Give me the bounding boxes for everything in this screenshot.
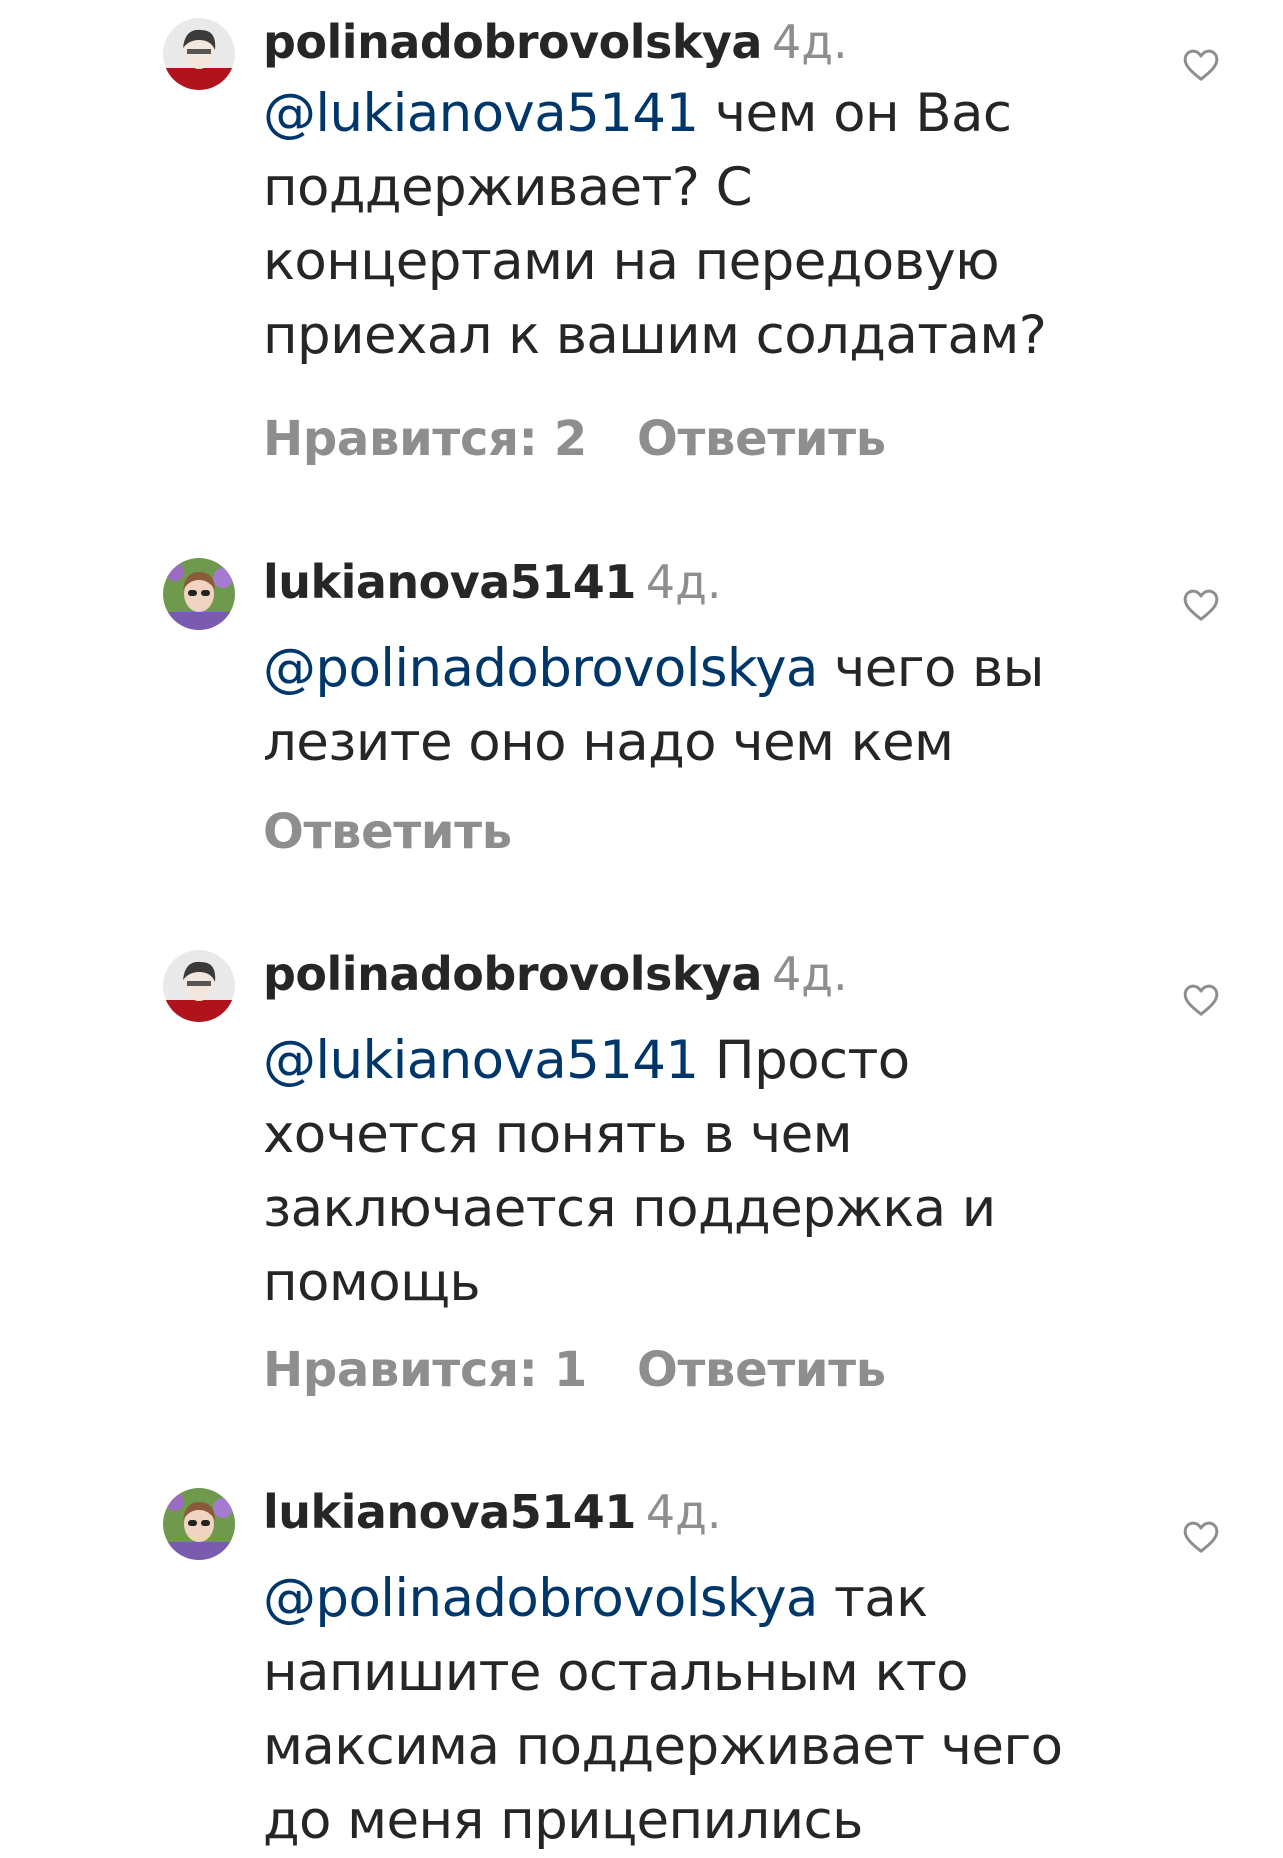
username[interactable]: lukianova5141 xyxy=(263,1485,636,1539)
heart-outline-icon[interactable] xyxy=(1181,980,1221,1020)
mention-link[interactable]: @polinadobrovolskya xyxy=(263,1568,818,1629)
timestamp: 4д. xyxy=(771,947,848,1001)
comment-header: polinadobrovolskya 4д. xyxy=(263,14,848,70)
username[interactable]: polinadobrovolskya xyxy=(263,15,762,69)
comment-text: @polinadobrovolskya чего вы лезите оно н… xyxy=(263,632,1143,780)
heart-outline-icon[interactable] xyxy=(1181,1517,1221,1557)
comment-line: заключается поддержка и xyxy=(263,1178,996,1239)
avatar-photo-icon xyxy=(163,558,235,630)
reply-button[interactable]: Ответить xyxy=(263,804,512,860)
comment-line: концертами на передовую xyxy=(263,231,1000,292)
avatar[interactable] xyxy=(163,1488,235,1560)
username[interactable]: lukianova5141 xyxy=(263,555,636,609)
comment-text: @lukianova5141 Просто хочется понять в ч… xyxy=(263,1024,1143,1320)
comment-line: чего вы xyxy=(817,638,1045,699)
avatar[interactable] xyxy=(163,18,235,90)
username[interactable]: polinadobrovolskya xyxy=(263,947,762,1001)
comment-actions: Нравится: 1 Ответить xyxy=(263,1340,886,1400)
comment-actions: Нравится: 2 Ответить xyxy=(263,409,886,469)
comment-header: lukianova5141 4д. xyxy=(263,1484,722,1540)
mention-link[interactable]: @lukianova5141 xyxy=(263,83,699,144)
comment-header: lukianova5141 4д. xyxy=(263,554,722,610)
comment-line: лезите оно надо чем кем xyxy=(263,712,954,773)
comment-actions: Ответить xyxy=(263,802,512,862)
comment-line: поддерживает? С xyxy=(263,157,753,218)
comment-line: максима поддерживает чего xyxy=(263,1716,1063,1777)
heart-outline-icon[interactable] xyxy=(1181,585,1221,625)
avatar-photo-icon xyxy=(163,1488,235,1560)
comment-text: @lukianova5141 чем он Вас поддерживает? … xyxy=(263,77,1143,373)
mention-link[interactable]: @polinadobrovolskya xyxy=(263,638,818,699)
comment-line: хочется понять в чем xyxy=(263,1104,853,1165)
comment-line: помощь xyxy=(263,1252,481,1313)
comment-line: так xyxy=(817,1568,928,1629)
likes-count[interactable]: Нравится: 2 xyxy=(263,411,587,467)
reply-button[interactable]: Ответить xyxy=(637,411,886,467)
comment-line: Просто xyxy=(698,1030,910,1091)
mention-link[interactable]: @lukianova5141 xyxy=(263,1030,699,1091)
likes-count[interactable]: Нравится: 1 xyxy=(263,1342,587,1398)
avatar-photo-icon xyxy=(163,950,235,1022)
avatar-photo-icon xyxy=(163,18,235,90)
avatar[interactable] xyxy=(163,558,235,630)
timestamp: 4д. xyxy=(771,15,848,69)
comment-header: polinadobrovolskya 4д. xyxy=(263,946,848,1002)
comment-line: приехал к вашим солдатам? xyxy=(263,305,1047,366)
comment-line: чем он Вас xyxy=(698,83,1012,144)
timestamp: 4д. xyxy=(645,555,722,609)
reply-button[interactable]: Ответить xyxy=(637,1342,886,1398)
comment-line: напишите остальным кто xyxy=(263,1642,969,1703)
comment-text: @polinadobrovolskya так напишите остальн… xyxy=(263,1562,1143,1858)
timestamp: 4д. xyxy=(645,1485,722,1539)
heart-outline-icon[interactable] xyxy=(1181,45,1221,85)
comment-line: до меня прицепились xyxy=(263,1790,863,1851)
avatar[interactable] xyxy=(163,950,235,1022)
